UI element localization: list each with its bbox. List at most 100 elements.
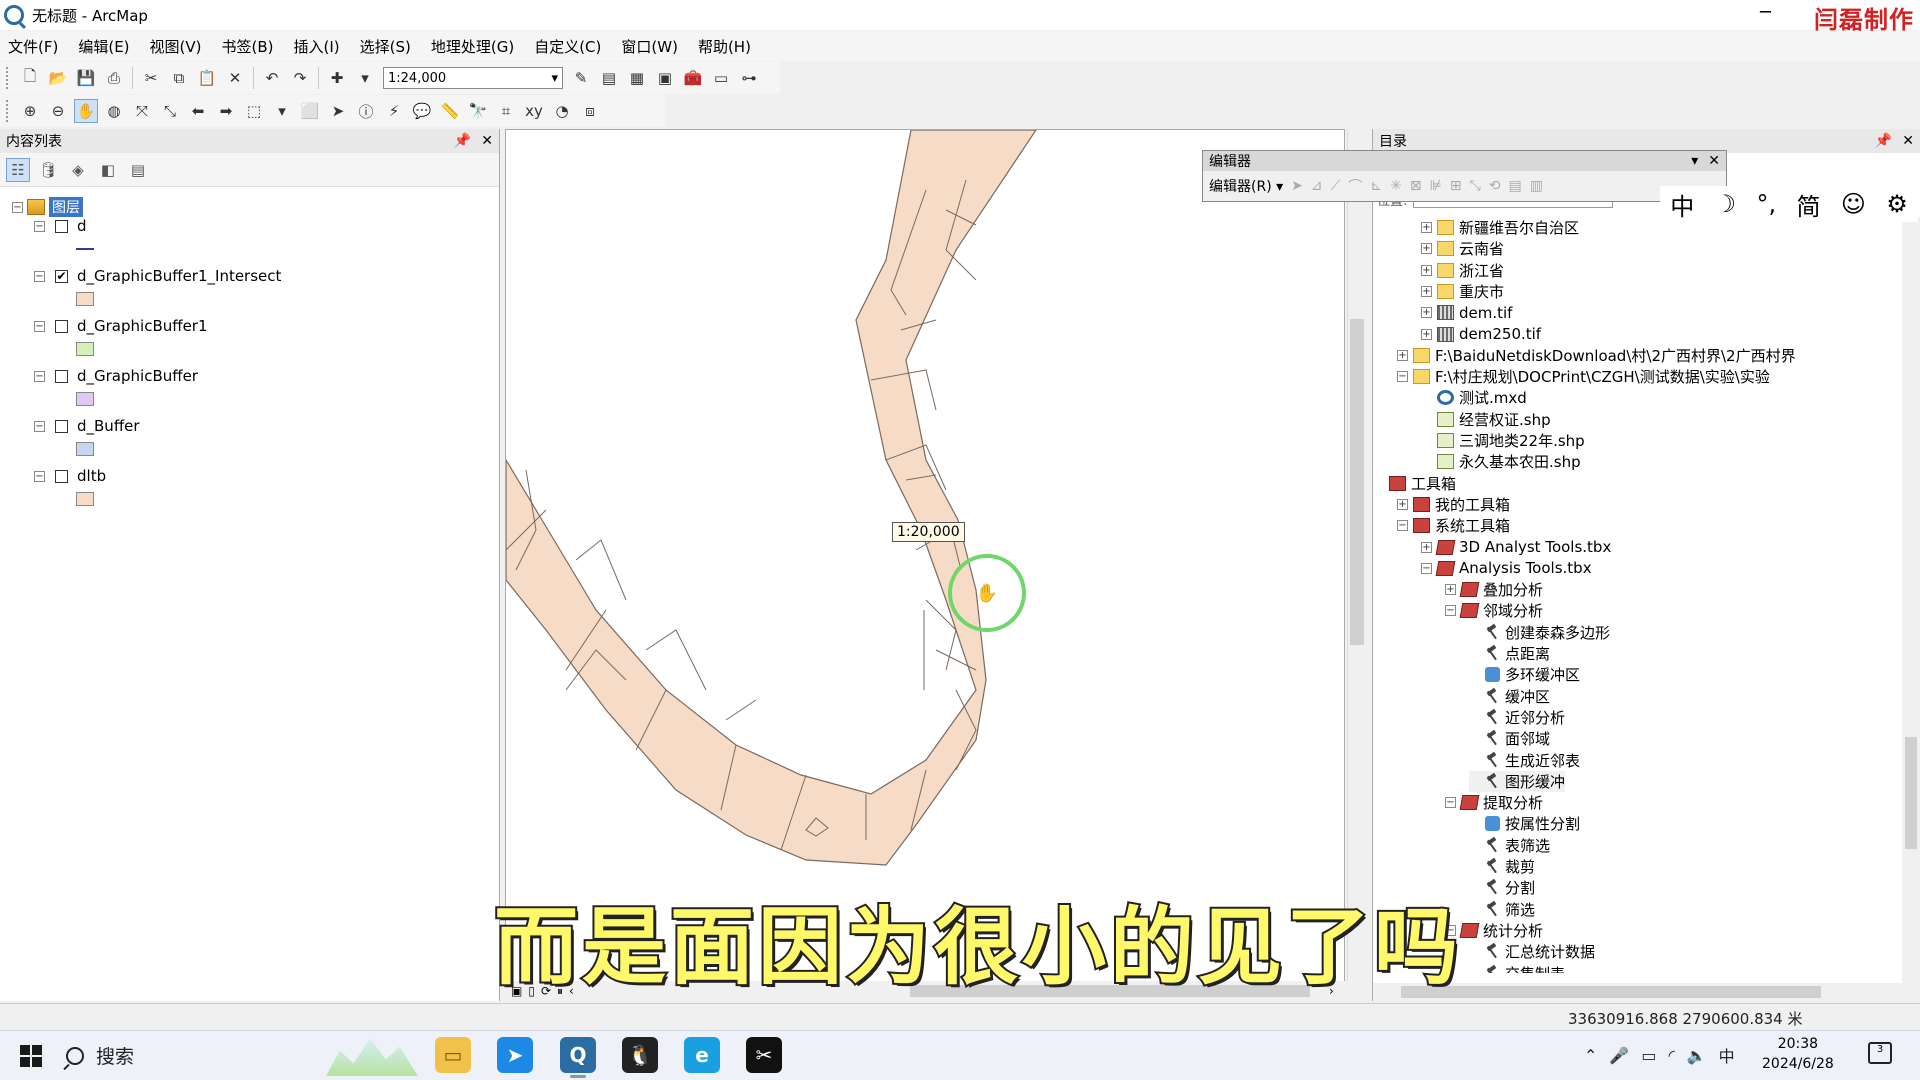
catalog-item-label[interactable]: 新疆维吾尔自治区 [1459, 217, 1579, 238]
toolbar-grip[interactable] [6, 67, 12, 89]
table-of-contents-icon[interactable]: ▤ [597, 66, 621, 90]
expand-icon[interactable]: + [1421, 285, 1432, 297]
layer-item[interactable]: − d [34, 217, 94, 267]
menu-item[interactable]: 插入(I) [294, 36, 340, 57]
clear-selection-icon[interactable]: ⬜ [298, 99, 322, 123]
battery-icon[interactable]: ▭ [1641, 1046, 1656, 1065]
reshape-icon[interactable]: ⊯ [1430, 178, 1442, 194]
catalog-item-label[interactable]: 我的工具箱 [1435, 494, 1510, 515]
ime-chinese-mode-icon[interactable]: 中 [1670, 187, 1694, 222]
menu-item[interactable]: 视图(V) [150, 36, 202, 57]
attributes-icon[interactable]: ▤ [1509, 178, 1522, 194]
catalog-item[interactable]: + dem250.tif [1421, 324, 1541, 345]
expand-icon[interactable]: + [1445, 584, 1456, 596]
catalog-item[interactable]: − 提取分析 [1445, 792, 1543, 813]
catalog-item[interactable]: + 叠加分析 [1445, 579, 1543, 600]
layers-root[interactable]: − 图层 [12, 197, 83, 217]
catalog-item[interactable]: 多环缓冲区 [1469, 664, 1580, 685]
taskbar-clock[interactable]: 20:38 2024/6/28 [1762, 1034, 1834, 1074]
edit-annotation-icon[interactable]: ⊿ [1311, 178, 1323, 194]
feishu-icon[interactable]: ➤ [497, 1037, 533, 1073]
catalog-item[interactable]: 工具箱 [1373, 473, 1456, 494]
arcmap-taskbar-icon[interactable]: Q [560, 1037, 596, 1073]
layer-symbol[interactable] [76, 442, 94, 456]
catalog-item-label[interactable]: 浙江省 [1459, 260, 1504, 281]
windows-start-icon[interactable] [20, 1044, 42, 1067]
layer-name[interactable]: d_Buffer [77, 417, 140, 435]
menu-item[interactable]: 文件(F) [8, 36, 58, 57]
catalog-item[interactable]: 创建泰森多边形 [1469, 622, 1610, 643]
layer-visibility-checkbox[interactable] [55, 319, 68, 333]
catalog-item[interactable]: + dem.tif [1421, 302, 1512, 323]
collapse-icon[interactable]: − [1397, 520, 1408, 532]
catalog-item-label[interactable]: 3D Analyst Tools.tbx [1459, 538, 1611, 556]
taskbar-search[interactable]: 搜索 [66, 1037, 336, 1075]
catalog-item-label[interactable]: 生成近邻表 [1505, 750, 1580, 771]
layer-name[interactable]: d_GraphicBuffer1_Intersect [77, 267, 281, 285]
redo-icon[interactable]: ↷ [288, 66, 312, 90]
fixed-zoom-in-icon[interactable]: ⤧ [130, 99, 154, 123]
catalog-item[interactable]: 生成近邻表 [1469, 750, 1580, 771]
chevron-down-icon[interactable]: ▾ [353, 66, 377, 90]
collapse-icon[interactable]: − [1421, 562, 1432, 574]
catalog-item[interactable]: 经营权证.shp [1421, 409, 1551, 430]
menu-item[interactable]: 地理处理(G) [431, 36, 514, 57]
catalog-item[interactable]: + 云南省 [1421, 238, 1504, 259]
select-features-icon[interactable]: ⬚ [242, 99, 266, 123]
layer-visibility-checkbox[interactable]: ✔ [55, 269, 68, 283]
layer-item[interactable]: − d_GraphicBuffer1 [34, 317, 208, 367]
catalog-item-label[interactable]: 按属性分割 [1505, 813, 1580, 834]
back-arrow-icon[interactable]: ⬅ [186, 99, 210, 123]
python-window-icon[interactable]: ▭ [709, 66, 733, 90]
catalog-item[interactable]: 点距离 [1469, 643, 1550, 664]
catalog-item[interactable]: 交集制表 [1469, 963, 1565, 974]
catalog-item-label[interactable]: 测试.mxd [1459, 387, 1527, 408]
chevron-down-icon[interactable]: ▾ [270, 99, 294, 123]
catalog-item-label[interactable]: 汇总统计数据 [1505, 941, 1595, 962]
catalog-item-label[interactable]: 云南省 [1459, 238, 1504, 259]
menu-item[interactable]: 窗口(W) [621, 36, 678, 57]
catalog-item[interactable]: 缓冲区 [1469, 686, 1550, 707]
catalog-item-label[interactable]: 图形缓冲 [1505, 771, 1565, 792]
toolbar-grip[interactable] [6, 100, 12, 122]
minimize-button[interactable]: ─ [1760, 2, 1780, 23]
collapse-icon[interactable]: − [34, 270, 45, 282]
layer-visibility-checkbox[interactable] [55, 369, 68, 383]
ime-punctuation-icon[interactable]: °, [1756, 190, 1776, 218]
menu-item[interactable]: 自定义(C) [534, 36, 601, 57]
open-icon[interactable]: 📂 [46, 66, 70, 90]
sketch-properties-icon[interactable]: ▥ [1530, 178, 1543, 194]
catalog-item[interactable]: 按属性分割 [1469, 813, 1580, 834]
layer-name[interactable]: d [77, 217, 87, 235]
cut-icon[interactable]: ✂ [139, 66, 163, 90]
edit-vertices-icon[interactable]: ⊠ [1410, 178, 1422, 194]
layer-name[interactable]: d_GraphicBuffer [77, 367, 198, 385]
catalog-item-label[interactable]: 点距离 [1505, 643, 1550, 664]
forward-arrow-icon[interactable]: ➡ [214, 99, 238, 123]
fixed-zoom-out-icon[interactable]: ⤡ [158, 99, 182, 123]
catalog-item[interactable]: 汇总统计数据 [1469, 941, 1595, 962]
ime-settings-icon[interactable]: ⚙ [1886, 190, 1908, 218]
point-icon[interactable]: ✳ [1390, 178, 1402, 194]
menu-item[interactable]: 帮助(H) [698, 36, 751, 57]
capcut-icon[interactable]: ✂ [746, 1037, 782, 1073]
layer-symbol[interactable] [76, 492, 94, 506]
notification-icon[interactable]: 3 [1868, 1042, 1892, 1064]
layer-visibility-checkbox[interactable] [55, 419, 68, 433]
menu-item[interactable]: 书签(B) [222, 36, 274, 57]
collapse-icon[interactable]: − [1445, 605, 1456, 617]
catalog-item-label[interactable]: 提取分析 [1483, 792, 1543, 813]
catalog-item[interactable]: + F:\BaiduNetdiskDownload\村\2广西村界\2广西村界 [1397, 345, 1796, 366]
expand-icon[interactable]: + [1421, 307, 1432, 319]
ime-simplified-icon[interactable]: 简 [1796, 187, 1820, 222]
edge-icon[interactable]: e [684, 1037, 720, 1073]
close-icon[interactable]: ✕ [1708, 153, 1720, 169]
catalog-item[interactable]: − F:\村庄规划\DOCPrint\CZGH\测试数据\实验\实验 [1397, 366, 1770, 387]
editor-menu-button[interactable]: 编辑器(R) ▾ [1209, 176, 1283, 196]
expand-icon[interactable]: + [1421, 328, 1432, 340]
zoom-out-icon[interactable]: ⊖ [46, 99, 70, 123]
catalog-item-label[interactable]: 永久基本农田.shp [1459, 451, 1581, 472]
collapse-icon[interactable]: − [34, 370, 45, 382]
straight-segment-icon[interactable]: ⟋ [1331, 178, 1341, 194]
edit-tool-icon[interactable]: ➤ [1291, 178, 1303, 194]
